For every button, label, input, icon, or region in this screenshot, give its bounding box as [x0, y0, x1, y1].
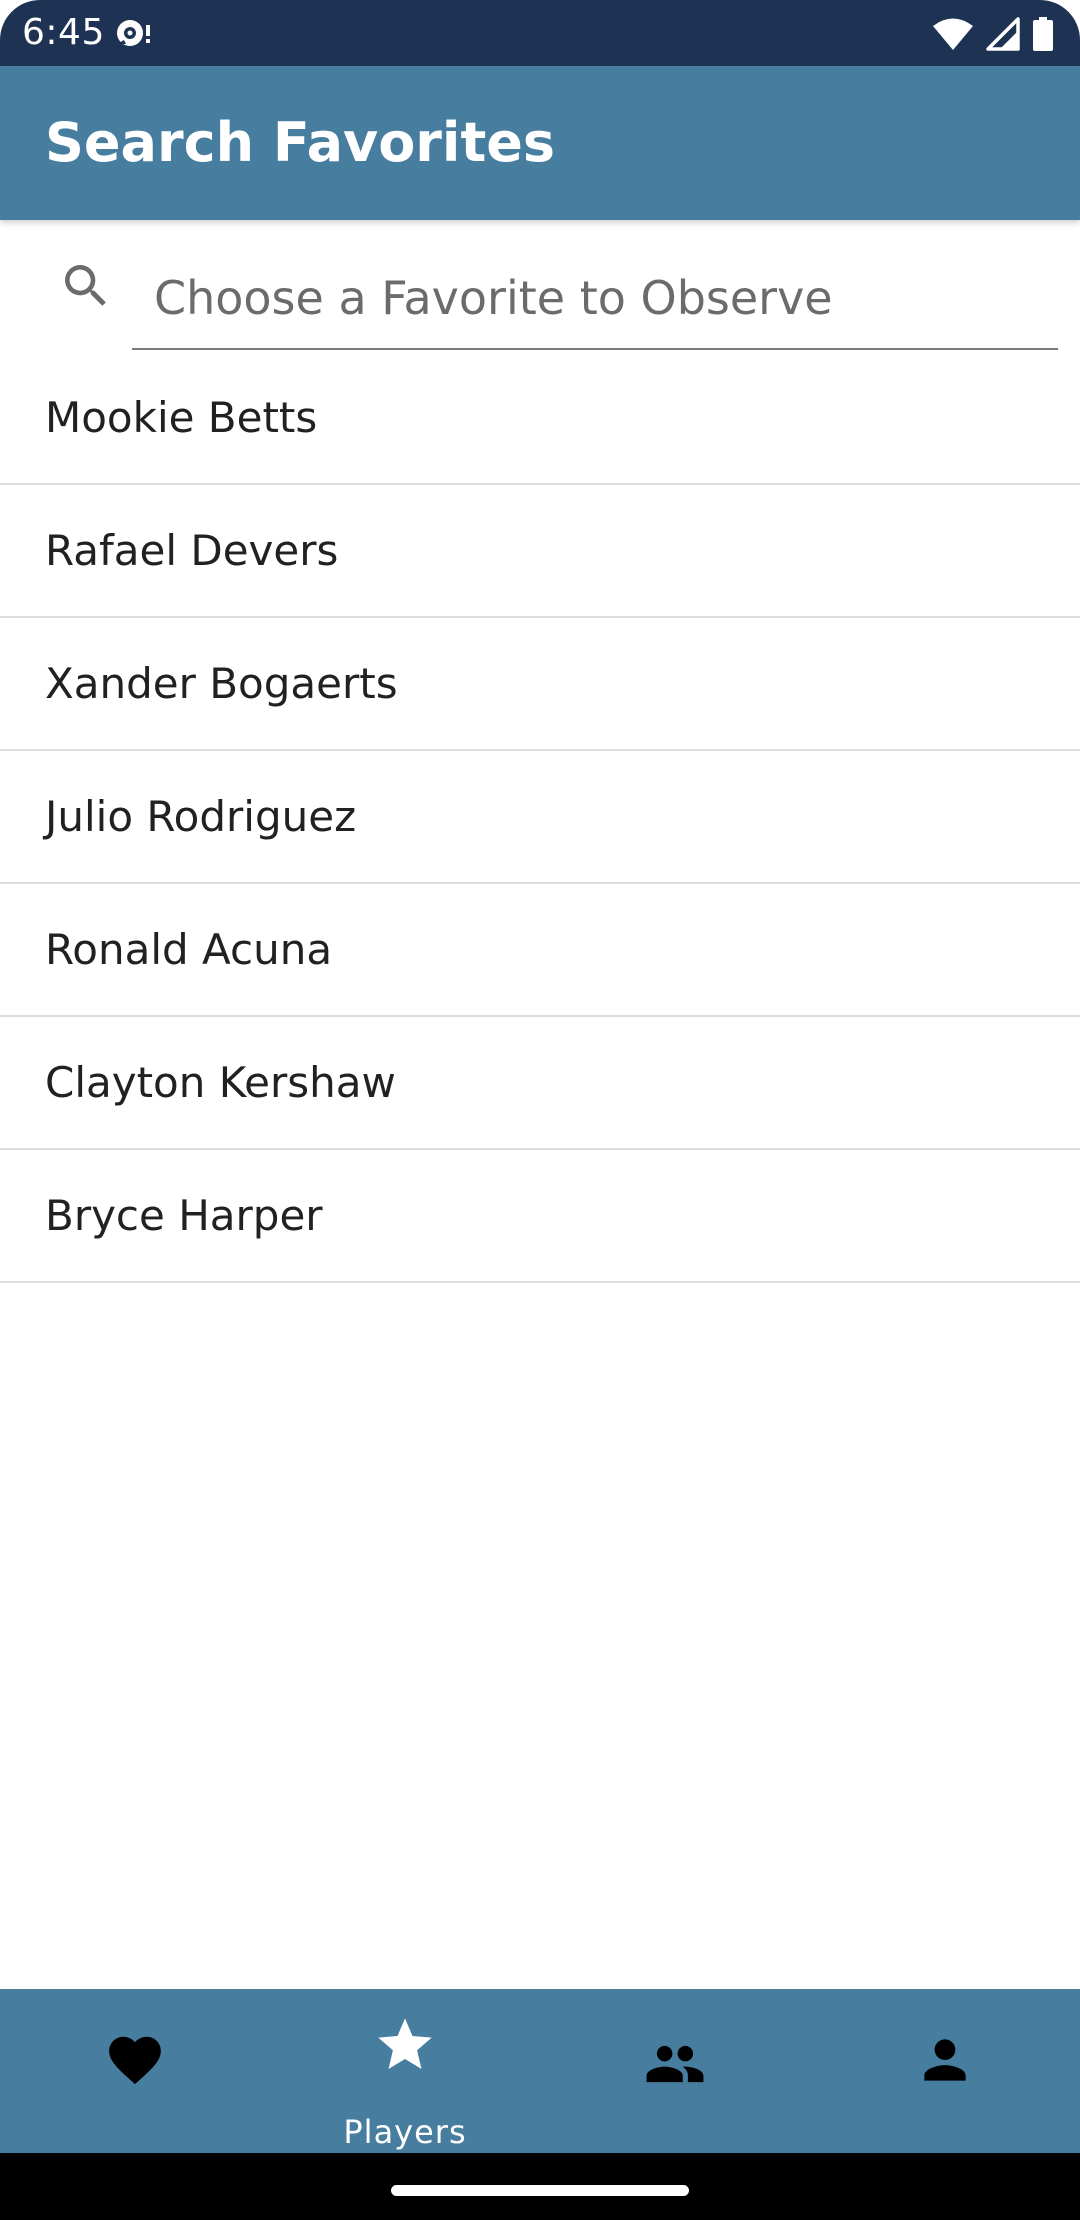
people-icon: [646, 2045, 704, 2083]
list-item[interactable]: Ronald Acuna: [0, 884, 1080, 1017]
player-name: Julio Rodriguez: [45, 792, 357, 841]
player-list: Mookie Betts Rafael Devers Xander Bogaer…: [0, 352, 1080, 1283]
wifi-icon: [933, 18, 973, 50]
heart-icon: [109, 2036, 161, 2085]
list-item[interactable]: Bryce Harper: [0, 1150, 1080, 1283]
nav-label-players: Players: [343, 2113, 467, 2151]
nav-item-favorites[interactable]: [0, 1989, 270, 2153]
list-item[interactable]: Xander Bogaerts: [0, 618, 1080, 751]
gesture-bar: [0, 2153, 1080, 2220]
page-title: Search Favorites: [45, 111, 556, 174]
player-name: Rafael Devers: [45, 526, 339, 575]
star-icon: [378, 2018, 432, 2069]
player-name: Mookie Betts: [45, 393, 318, 442]
search-bar: [0, 220, 1080, 350]
nav-item-profile[interactable]: [810, 1989, 1080, 2153]
nav-item-groups[interactable]: [540, 1989, 810, 2153]
list-item[interactable]: Julio Rodriguez: [0, 751, 1080, 884]
person-icon: [924, 2039, 966, 2081]
player-name: Bryce Harper: [45, 1191, 323, 1240]
search-input[interactable]: [132, 248, 1058, 350]
list-item[interactable]: Rafael Devers: [0, 485, 1080, 618]
home-gesture-handle[interactable]: [391, 2185, 689, 2196]
notification-icon: [117, 20, 150, 46]
status-time: 6:45: [22, 12, 105, 53]
list-item[interactable]: Mookie Betts: [0, 352, 1080, 485]
signal-icon: [986, 17, 1020, 51]
nav-item-players[interactable]: Players: [270, 1989, 540, 2153]
search-icon[interactable]: [58, 258, 114, 314]
player-name: Xander Bogaerts: [45, 659, 398, 708]
battery-icon: [1033, 17, 1053, 51]
status-icons: [932, 14, 1054, 54]
app-bar: Search Favorites: [0, 66, 1080, 220]
player-name: Clayton Kershaw: [45, 1058, 396, 1107]
bottom-nav: Players: [0, 1989, 1080, 2153]
list-item[interactable]: Clayton Kershaw: [0, 1017, 1080, 1150]
status-bar: 6:45: [0, 0, 1080, 66]
player-name: Ronald Acuna: [45, 925, 333, 974]
